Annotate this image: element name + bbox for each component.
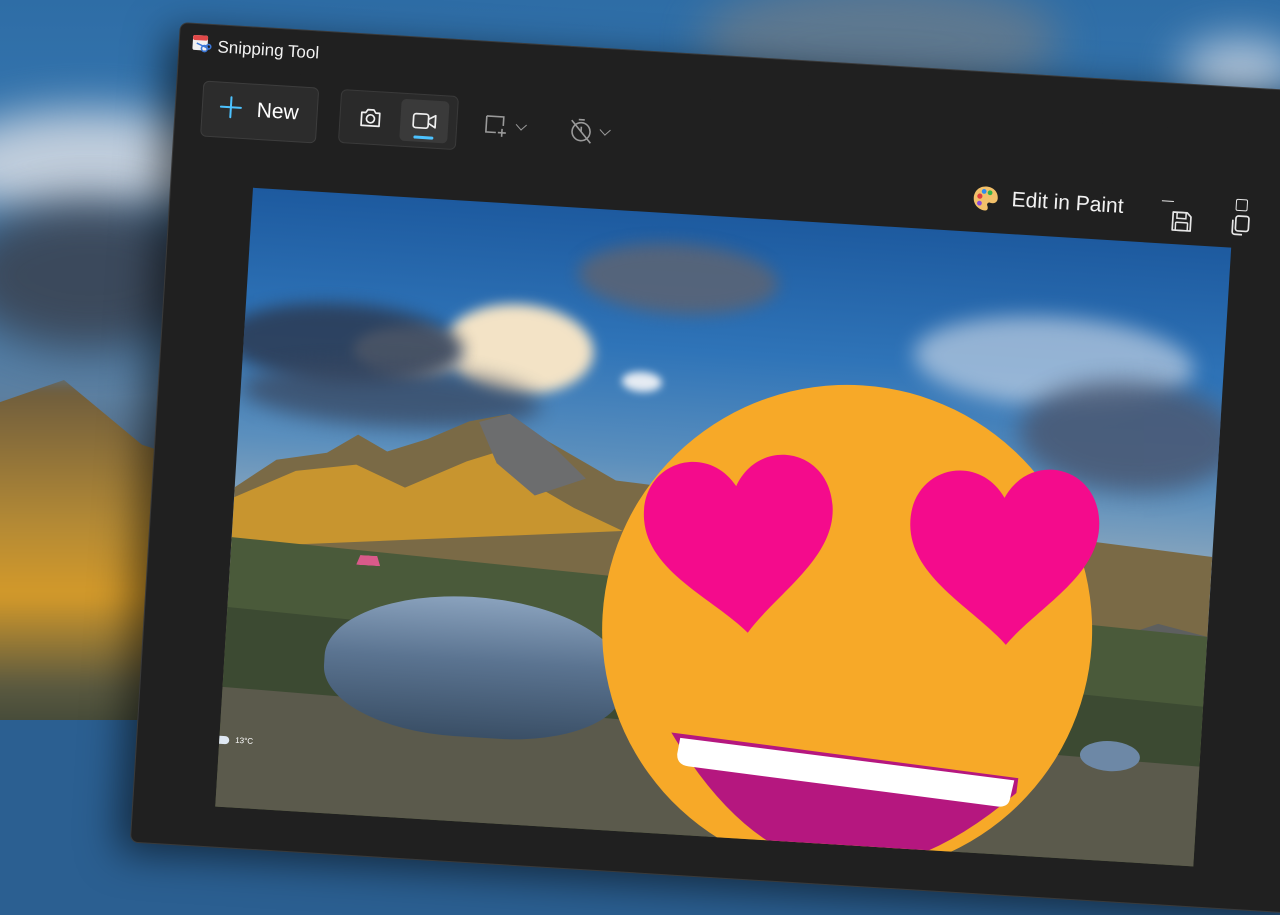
minimize-icon — [1161, 199, 1174, 202]
weather-temperature: 13°C — [234, 735, 254, 746]
tent — [356, 555, 381, 566]
edit-in-paint-button[interactable]: Edit in Paint — [971, 180, 1125, 225]
video-mode-button[interactable] — [399, 98, 450, 144]
sky-cloud — [576, 237, 781, 320]
chevron-down-icon — [599, 124, 611, 136]
snipping-tool-window: Snipping Tool New Edit in Paint 13°C — [129, 22, 1280, 915]
save-icon — [1171, 211, 1192, 232]
cloud-icon — [215, 734, 230, 744]
video-camera-icon — [412, 112, 437, 130]
paint-palette-icon — [973, 186, 998, 211]
rectangle-snip-icon — [485, 115, 506, 137]
timer-off-icon — [571, 118, 591, 144]
screenshot-mode-button[interactable] — [345, 95, 395, 140]
heart-eyes-emoji — [602, 384, 1100, 867]
plus-icon — [219, 96, 242, 119]
captured-image-canvas[interactable]: 13°C — [215, 187, 1232, 867]
capture-mode-group — [337, 88, 459, 151]
copy-icon — [1231, 215, 1250, 236]
selected-mode-indicator — [413, 135, 434, 140]
snipping-tool-app-icon — [192, 34, 212, 53]
app-title: Snipping Tool — [216, 37, 320, 63]
camera-icon — [360, 108, 381, 128]
chevron-down-icon — [515, 119, 527, 131]
copy-button[interactable] — [1222, 207, 1258, 243]
snip-shape-dropdown[interactable] — [482, 108, 527, 145]
new-snip-button[interactable]: New — [200, 80, 320, 144]
edit-in-paint-label: Edit in Paint — [1011, 188, 1125, 218]
save-button[interactable] — [1164, 204, 1200, 240]
new-button-label: New — [256, 98, 300, 125]
snip-delay-dropdown[interactable] — [566, 113, 611, 150]
